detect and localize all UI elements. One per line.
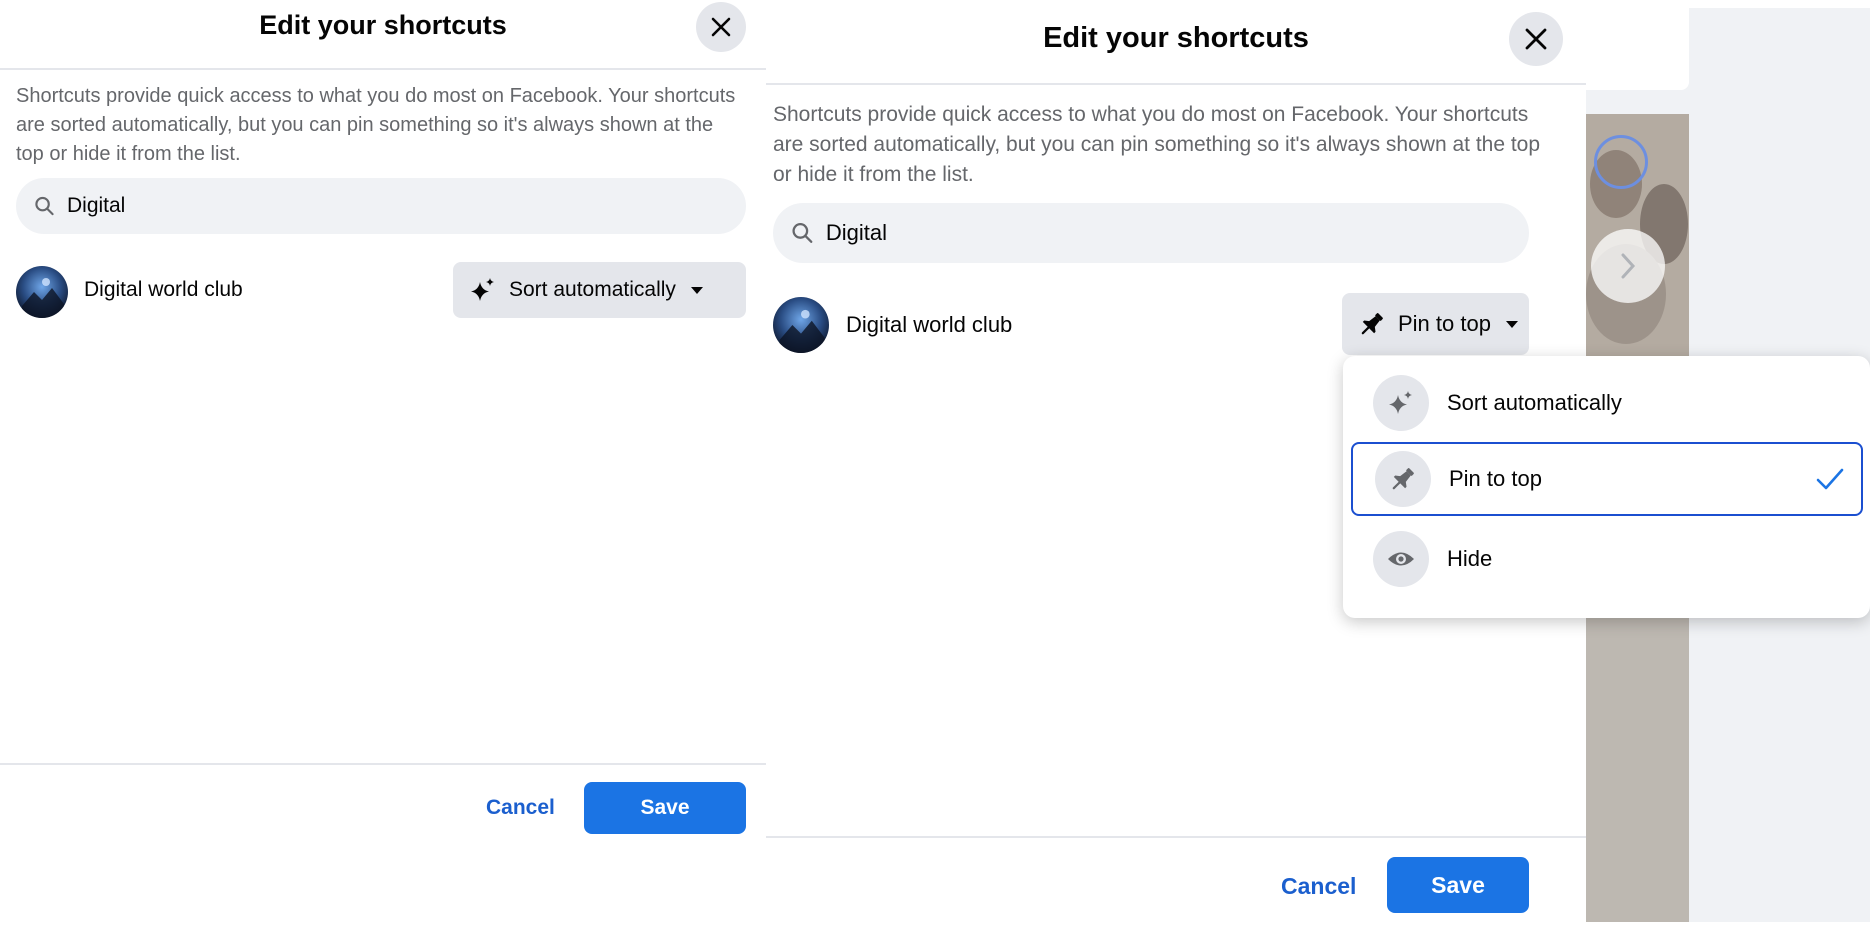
menu-item-pin-to-top[interactable]: Pin to top [1351,442,1863,516]
shortcut-name: Digital world club [846,312,1013,337]
shortcut-mode-label: Pin to top [1398,311,1491,336]
caret-down-icon [1505,321,1518,328]
cancel-button[interactable]: Cancel [1281,873,1356,900]
pin-icon [1375,451,1431,507]
close-button[interactable] [696,2,746,52]
search-icon [792,223,813,243]
avatar [16,266,68,318]
menu-item-label: Hide [1447,546,1493,571]
background-card [1586,8,1689,90]
caret-down-icon [690,287,703,294]
shortcut-mode-button[interactable]: Pin to top [1342,293,1529,355]
header-divider [766,83,1586,85]
chevron-right-icon [1621,253,1636,279]
close-icon [711,17,731,37]
dialog-description: Shortcuts provide quick access to what y… [773,103,1541,186]
eye-icon [1373,531,1429,587]
shortcut-name: Digital world club [84,278,243,301]
menu-item-label: Pin to top [1449,466,1542,491]
next-story-button[interactable] [1591,229,1665,303]
save-button[interactable]: Save [1387,857,1529,913]
footer-divider [0,763,766,765]
pin-icon [1361,313,1383,335]
shortcut-mode-label: Sort automatically [509,278,676,301]
search-box[interactable] [16,178,746,234]
cancel-button[interactable]: Cancel [486,796,555,820]
sparkle-icon [471,278,494,301]
menu-item-hide[interactable]: Hide [1351,522,1863,596]
search-input[interactable] [825,220,1529,246]
shortcut-mode-menu: Sort automatically Pin to top Hide [1343,356,1870,618]
close-icon [1525,28,1547,50]
save-button[interactable]: Save [584,782,746,834]
checkmark-icon [1816,468,1844,490]
dialog-title: Edit your shortcuts [259,10,507,40]
sparkle-icon [1373,375,1429,431]
story-avatar-ring [1594,135,1648,189]
menu-item-label: Sort automatically [1447,390,1622,415]
search-icon [35,196,54,216]
menu-item-sort-automatically[interactable]: Sort automatically [1351,366,1863,440]
close-button[interactable] [1509,12,1563,66]
search-input[interactable] [66,194,746,218]
dialog-title: Edit your shortcuts [1043,22,1309,54]
footer-divider [766,836,1586,838]
shortcut-mode-button[interactable]: Sort automatically [453,262,746,318]
edit-shortcuts-dialog-left: Edit your shortcuts Shortcuts provide qu… [0,0,766,942]
search-box[interactable] [773,203,1529,263]
header-divider [0,68,766,70]
dialog-description: Shortcuts provide quick access to what y… [16,85,736,165]
avatar [773,297,829,353]
